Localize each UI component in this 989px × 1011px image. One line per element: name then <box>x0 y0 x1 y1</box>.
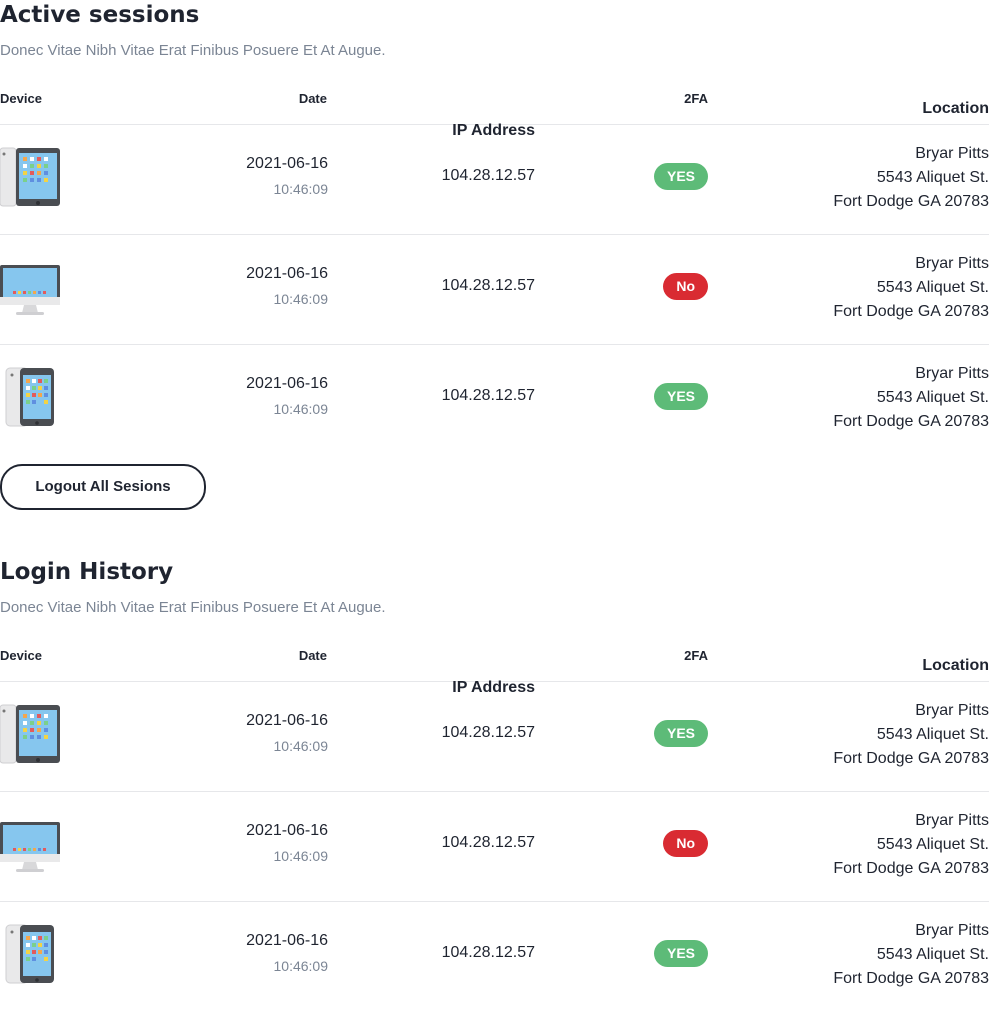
column-date: Date <box>298 648 327 663</box>
session-time: 10:46:09 <box>273 181 329 197</box>
location-street: 5543 Aliquet St. <box>876 169 989 186</box>
session-date: 2021-06-16 <box>246 712 328 729</box>
ip-address: 104.28.12.57 <box>441 834 535 851</box>
desktop-icon <box>0 265 60 315</box>
location-name: Bryar Pitts <box>915 365 989 382</box>
tablet-icon <box>0 147 60 207</box>
location: Bryar Pitts 5543 Aliquet St. Fort Dodge … <box>833 362 989 434</box>
session-time: 10:46:09 <box>273 401 329 417</box>
location: Bryar Pitts 5543 Aliquet St. Fort Dodge … <box>833 809 989 881</box>
table-row: 2021-06-16 10:46:09 104.28.12.57 YES Bry… <box>0 125 989 235</box>
column-device: Device <box>0 91 42 106</box>
location-name: Bryar Pitts <box>915 922 989 939</box>
phone-icon <box>5 924 54 984</box>
location-name: Bryar Pitts <box>915 812 989 829</box>
location-city: Fort Dodge GA 20783 <box>833 750 989 767</box>
location-city: Fort Dodge GA 20783 <box>833 413 989 430</box>
column-device: Device <box>0 648 42 663</box>
login-history-subtitle: Donec Vitae Nibh Vitae Erat Finibus Posu… <box>0 599 386 616</box>
location-name: Bryar Pitts <box>915 702 989 719</box>
2fa-status-badge: No <box>663 273 708 300</box>
column-date: Date <box>298 91 327 106</box>
location-street: 5543 Aliquet St. <box>876 726 989 743</box>
ip-address: 104.28.12.57 <box>441 724 535 741</box>
location: Bryar Pitts 5543 Aliquet St. Fort Dodge … <box>833 252 989 324</box>
2fa-status-badge: YES <box>653 720 708 747</box>
logout-all-sessions-button[interactable]: Logout All Sesions <box>0 464 206 510</box>
location-street: 5543 Aliquet St. <box>876 279 989 296</box>
session-time: 10:46:09 <box>273 291 329 307</box>
location-name: Bryar Pitts <box>915 145 989 162</box>
table-header: Device Date IP Address 2FA Location <box>0 80 989 139</box>
session-time: 10:46:09 <box>273 738 329 754</box>
session-time: 10:46:09 <box>273 848 329 864</box>
session-date: 2021-06-16 <box>246 375 328 392</box>
column-location: Location <box>922 100 989 117</box>
location: Bryar Pitts 5543 Aliquet St. Fort Dodge … <box>833 699 989 771</box>
ip-address: 104.28.12.57 <box>441 167 535 184</box>
login-history-title: Login History <box>0 559 174 585</box>
column-location: Location <box>922 657 989 674</box>
2fa-status-badge: YES <box>653 383 708 410</box>
active-sessions-table: Device Date IP Address 2FA Location 2021… <box>0 80 989 454</box>
login-history-table: Device Date IP Address 2FA Location 2021… <box>0 637 989 1011</box>
table-row: 2021-06-16 10:46:09 104.28.12.57 YES Bry… <box>0 345 989 454</box>
phone-icon <box>5 367 54 427</box>
location-city: Fort Dodge GA 20783 <box>833 970 989 987</box>
location-street: 5543 Aliquet St. <box>876 946 989 963</box>
location: Bryar Pitts 5543 Aliquet St. Fort Dodge … <box>833 142 989 214</box>
table-row: 2021-06-16 10:46:09 104.28.12.57 YES Bry… <box>0 902 989 1011</box>
session-date: 2021-06-16 <box>246 265 328 282</box>
2fa-status-badge: No <box>663 830 708 857</box>
column-2fa: 2FA <box>684 648 708 663</box>
tablet-icon <box>0 704 60 764</box>
active-sessions-subtitle: Donec Vitae Nibh Vitae Erat Finibus Posu… <box>0 42 386 59</box>
table-row: 2021-06-16 10:46:09 104.28.12.57 YES Bry… <box>0 682 989 792</box>
desktop-icon <box>0 822 60 872</box>
ip-address: 104.28.12.57 <box>441 277 535 294</box>
2fa-status-badge: YES <box>653 940 708 967</box>
location-city: Fort Dodge GA 20783 <box>833 193 989 210</box>
session-date: 2021-06-16 <box>246 822 328 839</box>
location-city: Fort Dodge GA 20783 <box>833 303 989 320</box>
session-time: 10:46:09 <box>273 958 329 974</box>
ip-address: 104.28.12.57 <box>441 387 535 404</box>
location-street: 5543 Aliquet St. <box>876 389 989 406</box>
active-sessions-title: Active sessions <box>0 2 200 28</box>
table-row: 2021-06-16 10:46:09 104.28.12.57 No Brya… <box>0 792 989 902</box>
location-street: 5543 Aliquet St. <box>876 836 989 853</box>
2fa-status-badge: YES <box>653 163 708 190</box>
session-date: 2021-06-16 <box>246 155 328 172</box>
location: Bryar Pitts 5543 Aliquet St. Fort Dodge … <box>833 919 989 991</box>
session-date: 2021-06-16 <box>246 932 328 949</box>
location-city: Fort Dodge GA 20783 <box>833 860 989 877</box>
column-2fa: 2FA <box>684 91 708 106</box>
table-row: 2021-06-16 10:46:09 104.28.12.57 No Brya… <box>0 235 989 345</box>
ip-address: 104.28.12.57 <box>441 944 535 961</box>
location-name: Bryar Pitts <box>915 255 989 272</box>
table-header: Device Date IP Address 2FA Location <box>0 637 989 696</box>
